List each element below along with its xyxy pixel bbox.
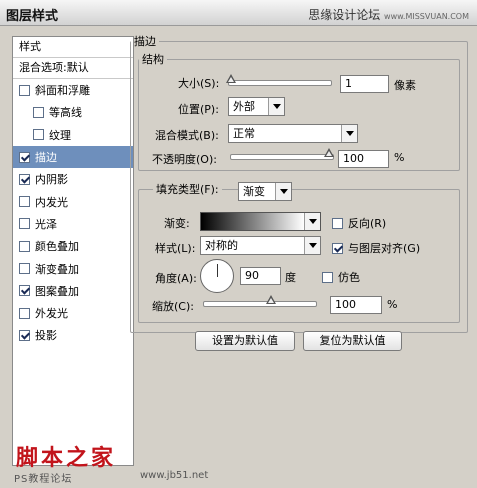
sidebar-item[interactable]: 斜面和浮雕 — [13, 79, 133, 101]
checkbox-icon[interactable] — [19, 307, 30, 319]
size-slider-thumb[interactable] — [226, 74, 237, 83]
sidebar-item[interactable]: 纹理 — [13, 124, 133, 146]
angle-unit: 度 — [285, 271, 296, 284]
opacity-label: 不透明度(O): — [152, 153, 217, 166]
sidebar-item-label: 等高线 — [49, 106, 82, 120]
blend-options-item[interactable]: 混合选项:默认 — [13, 58, 133, 79]
fill-type-value: 渐变 — [243, 185, 265, 198]
size-label: 大小(S): — [178, 77, 220, 90]
sidebar-item[interactable]: 内发光 — [13, 190, 133, 212]
size-unit: 像素 — [394, 79, 416, 92]
reset-default-button[interactable]: 复位为默认值 — [303, 331, 402, 351]
scale-slider-thumb[interactable] — [266, 295, 277, 304]
chevron-down-icon[interactable] — [304, 213, 320, 230]
checkbox-icon[interactable] — [19, 84, 30, 96]
size-slider[interactable] — [226, 74, 332, 86]
align-checkbox-box[interactable] — [332, 242, 343, 254]
chevron-down-icon — [275, 183, 291, 200]
sidebar-item[interactable]: 内阴影 — [13, 168, 133, 190]
scale-input[interactable]: 100 — [330, 296, 382, 314]
align-label: 与图层对齐(G) — [348, 242, 421, 255]
checkbox-icon[interactable] — [19, 285, 30, 297]
sidebar-item-label: 颜色叠加 — [35, 240, 79, 254]
sidebar-item[interactable]: 等高线 — [13, 101, 133, 123]
opacity-input[interactable]: 100 — [338, 150, 389, 168]
watermark-logo: 脚本之家 — [16, 445, 117, 471]
sidebar-item-label: 外发光 — [35, 307, 68, 321]
sidebar-item-label: 纹理 — [49, 128, 71, 142]
title-bar: 图层样式 思缘设计论坛 www.MISSVUAN.COM — [0, 0, 477, 26]
reverse-label: 反向(R) — [348, 217, 387, 230]
sidebar-item-label: 投影 — [35, 329, 57, 343]
fill-type-label: 填充类型(F): — [156, 183, 219, 196]
sidebar-item-label: 渐变叠加 — [35, 262, 79, 276]
checkbox-icon[interactable] — [19, 329, 30, 341]
fill-type-select[interactable]: 渐变 — [238, 182, 292, 201]
checkbox-icon[interactable] — [19, 173, 30, 185]
position-select[interactable]: 外部 — [228, 97, 285, 116]
checkbox-icon[interactable] — [19, 240, 30, 252]
angle-label: 角度(A): — [155, 272, 197, 285]
styles-header[interactable]: 样式 — [13, 37, 133, 58]
blend-mode-value: 正常 — [233, 127, 255, 140]
blend-mode-select[interactable]: 正常 — [228, 124, 358, 143]
scale-slider[interactable] — [203, 295, 317, 307]
scale-unit: % — [387, 298, 398, 311]
sidebar-item[interactable]: 描边 — [13, 145, 133, 169]
sidebar-item-label: 斜面和浮雕 — [35, 84, 90, 98]
checkbox-icon[interactable] — [19, 263, 30, 275]
watermark-url: PS教程论坛 — [14, 474, 73, 485]
dither-label: 仿色 — [338, 271, 360, 284]
style-value: 对称的 — [205, 239, 238, 252]
stroke-group-title: 描边 — [134, 35, 156, 48]
checkbox-icon[interactable] — [19, 196, 30, 208]
sidebar-item-label: 内发光 — [35, 195, 68, 209]
opacity-slider[interactable] — [230, 148, 334, 160]
watermark-url-2: www.jb51.net — [140, 470, 209, 481]
gradient-picker[interactable] — [200, 212, 321, 231]
sidebar-item[interactable]: 渐变叠加 — [13, 257, 133, 279]
style-list: 样式 混合选项:默认 斜面和浮雕等高线纹理描边内阴影内发光光泽颜色叠加渐变叠加图… — [12, 36, 134, 466]
structure-group-title: 结构 — [142, 53, 164, 66]
scale-label: 缩放(C): — [152, 300, 194, 313]
style-select[interactable]: 对称的 — [200, 236, 321, 255]
watermark-top-small: www.MISSVUAN.COM — [384, 12, 469, 21]
sidebar-item[interactable]: 光泽 — [13, 213, 133, 235]
sidebar-item[interactable]: 投影 — [13, 324, 133, 346]
opacity-unit: % — [394, 151, 405, 164]
blend-mode-label: 混合模式(B): — [155, 129, 219, 142]
style-label: 样式(L): — [155, 242, 196, 255]
sidebar-item[interactable]: 颜色叠加 — [13, 235, 133, 257]
checkbox-icon[interactable] — [33, 106, 44, 118]
size-input[interactable]: 1 — [340, 75, 389, 93]
angle-input[interactable]: 90 — [240, 267, 281, 285]
checkbox-icon[interactable] — [33, 129, 44, 141]
chevron-down-icon — [341, 125, 357, 142]
chevron-down-icon — [304, 237, 320, 254]
watermark-top: 思缘设计论坛 www.MISSVUAN.COM — [308, 6, 469, 23]
gradient-preview[interactable] — [201, 213, 304, 230]
sidebar-item-label: 描边 — [35, 151, 57, 165]
sidebar-item[interactable]: 图案叠加 — [13, 280, 133, 302]
position-label: 位置(P): — [178, 103, 219, 116]
window-title: 图层样式 — [6, 9, 59, 24]
checkbox-icon[interactable] — [19, 218, 30, 230]
dither-checkbox[interactable]: 仿色 — [322, 269, 360, 285]
sidebar-item-label: 图案叠加 — [35, 284, 79, 298]
chevron-down-icon — [268, 98, 284, 115]
sidebar-item-label: 光泽 — [35, 217, 57, 231]
checkbox-icon[interactable] — [19, 151, 30, 163]
reverse-checkbox-box[interactable] — [332, 217, 343, 229]
watermark-top-text: 思缘设计论坛 — [308, 8, 381, 22]
dither-checkbox-box[interactable] — [322, 271, 333, 283]
reverse-checkbox[interactable]: 反向(R) — [332, 215, 386, 231]
sidebar-item-label: 内阴影 — [35, 173, 68, 187]
position-value: 外部 — [233, 100, 255, 113]
gradient-label: 渐变: — [164, 217, 190, 230]
angle-dial[interactable] — [200, 259, 234, 293]
sidebar-item[interactable]: 外发光 — [13, 302, 133, 324]
make-default-button[interactable]: 设置为默认值 — [195, 331, 295, 351]
opacity-slider-thumb[interactable] — [323, 148, 334, 157]
align-with-layer-checkbox[interactable]: 与图层对齐(G) — [332, 240, 420, 256]
